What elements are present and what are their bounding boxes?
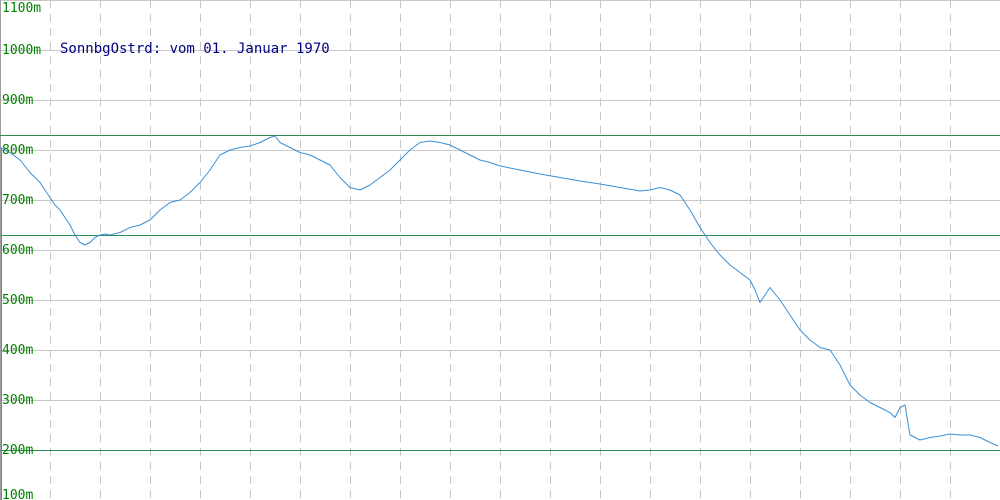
y-tick-label: 200m (2, 443, 33, 458)
y-tick-label: 700m (2, 193, 33, 208)
y-tick-label: 400m (2, 343, 33, 358)
grid-lines (0, 0, 1000, 500)
y-tick-label: 500m (2, 293, 33, 308)
y-tick-label: 800m (2, 143, 33, 158)
series-line (0, 135, 999, 447)
y-tick-label: 1100m (2, 1, 41, 16)
chart-title: SonnbgOstrd: vom 01. Januar 1970 (60, 41, 330, 57)
y-tick-label: 1000m (2, 43, 41, 58)
series-group (0, 135, 999, 500)
y-tick-label: 600m (2, 243, 33, 258)
y-tick-label: 300m (2, 393, 33, 408)
y-tick-label: 900m (2, 93, 33, 108)
y-tick-label: 100m (2, 488, 33, 500)
elevation-chart: 100m 200m 300m 400m 500m 600m 700m 800m 900m 1000… (0, 0, 1000, 500)
